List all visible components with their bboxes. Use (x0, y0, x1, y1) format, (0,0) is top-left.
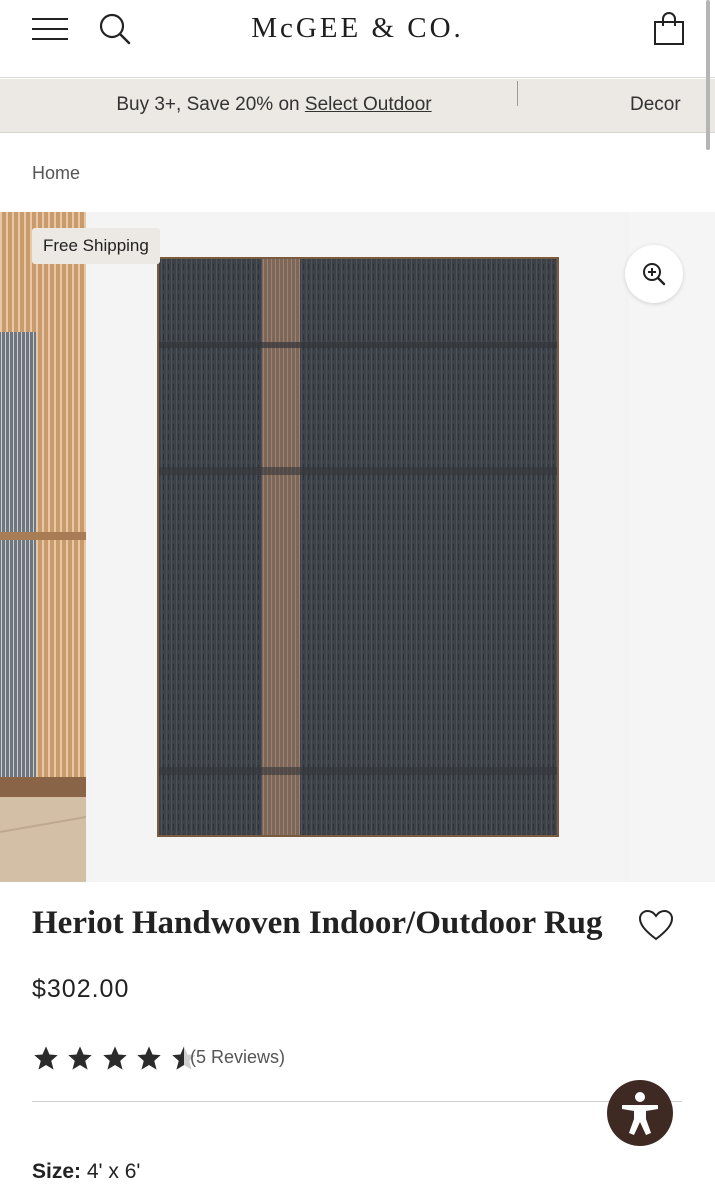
star-full-icon (68, 1046, 93, 1070)
promo-message: Buy 3+, Save 20% on Select Outdoor (0, 94, 548, 116)
promo-link[interactable]: Select Outdoor (305, 94, 432, 115)
size-value: 4' x 6' (86, 1160, 141, 1183)
promo-divider (517, 81, 518, 106)
wishlist-heart-icon[interactable] (638, 908, 674, 944)
star-full-icon (137, 1046, 162, 1070)
promo-text-next: Decor (630, 94, 681, 115)
product-image-carousel[interactable]: Free Shipping (0, 212, 715, 882)
shopping-bag-icon[interactable] (652, 12, 686, 46)
product-price: $302.00 (32, 975, 130, 1003)
product-title: Heriot Handwoven Indoor/Outdoor Rug (32, 905, 603, 941)
free-shipping-badge: Free Shipping (32, 228, 160, 264)
rug-image (157, 257, 559, 837)
divider (32, 1101, 682, 1102)
star-rating[interactable] (32, 1044, 200, 1072)
star-full-icon (34, 1046, 58, 1070)
star-full-icon (103, 1046, 127, 1070)
accessibility-icon (622, 1092, 658, 1135)
size-label: Size: (32, 1160, 82, 1183)
breadcrumb-home[interactable]: Home (32, 163, 80, 184)
zoom-in-icon (643, 263, 666, 286)
promo-text: Buy 3+, Save 20% on (116, 94, 305, 115)
site-header: McGEE & CO. (0, 0, 715, 78)
scrollbar[interactable] (706, 0, 710, 150)
zoom-button[interactable] (625, 245, 683, 303)
site-logo[interactable]: McGEE & CO. (0, 12, 715, 45)
product-title-row: Heriot Handwoven Indoor/Outdoor Rug (32, 905, 692, 942)
promo-bar: Buy 3+, Save 20% on Select Outdoor Decor (0, 79, 715, 133)
size-selector-label: Size: 4' x 6' (32, 1160, 140, 1184)
previous-product-image[interactable] (0, 212, 86, 882)
next-product-image[interactable] (629, 212, 715, 882)
accessibility-button[interactable] (607, 1080, 673, 1146)
main-product-image[interactable] (90, 212, 625, 882)
reviews-link[interactable]: (5 Reviews) (190, 1047, 285, 1068)
